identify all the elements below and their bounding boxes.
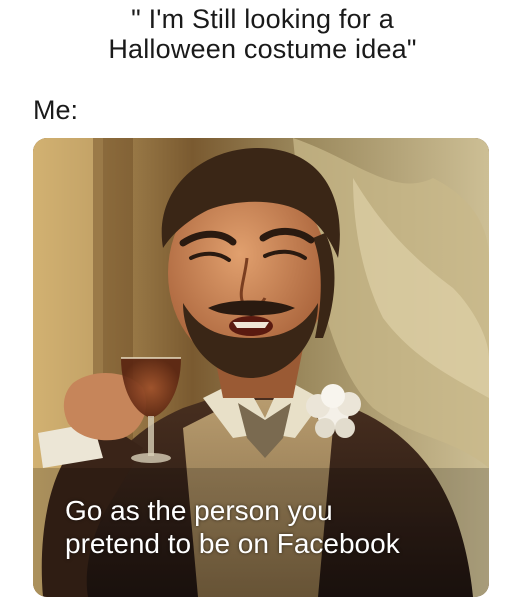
- meme-photo: Go as the person you pretend to be on Fa…: [33, 138, 489, 597]
- top-caption: " I'm Still looking for a Halloween cost…: [0, 4, 525, 64]
- top-caption-line-1: " I'm Still looking for a: [131, 4, 394, 34]
- wine-glass-stem: [148, 416, 154, 456]
- teeth: [233, 322, 269, 328]
- image-caption-line-1: Go as the person you: [65, 495, 333, 526]
- image-caption-line-2: pretend to be on Facebook: [65, 528, 400, 559]
- me-label: Me:: [33, 95, 79, 125]
- wine-glass-base: [131, 453, 171, 463]
- top-caption-line-2: Halloween costume idea": [108, 34, 417, 64]
- image-caption: Go as the person you pretend to be on Fa…: [65, 494, 485, 560]
